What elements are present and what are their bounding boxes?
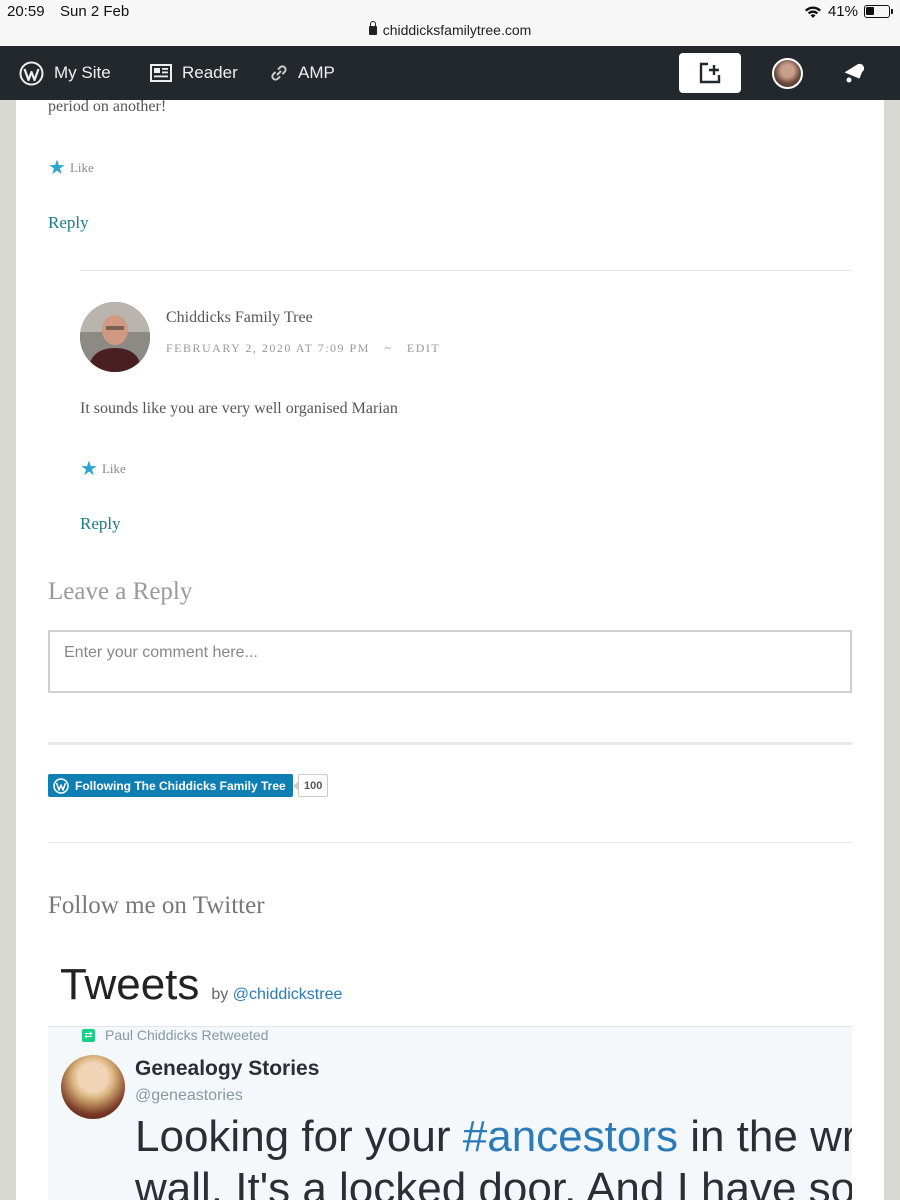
status-right: 41% [804,3,893,20]
twitter-widget-heading: Follow me on Twitter [48,892,265,919]
by-label: by [211,986,229,1003]
status-time: 20:59 [7,3,45,20]
reply-link[interactable]: Reply [48,213,89,233]
wifi-icon [804,6,821,18]
link-icon [271,65,287,81]
status-bar: 20:59 Sun 2 Feb 41% chiddicksfamilytree.… [0,0,900,46]
tweet-author-name[interactable]: Genealogy Stories [135,1057,319,1081]
comment-meta: FEBRUARY 2, 2020 AT 7:09 PM ~ EDIT [166,341,440,356]
reader-label: Reader [182,63,238,82]
tweets-title: Tweets [60,960,200,1009]
tweet-author-avatar[interactable] [61,1055,125,1119]
my-site-label: My Site [54,63,111,82]
comment-body: It sounds like you are very well organis… [80,400,398,417]
url-text: chiddicksfamilytree.com [382,22,532,38]
admin-bar: My Site Reader AMP [0,46,900,100]
reader-icon [150,64,172,82]
reply-like-button[interactable]: ★ Like [80,459,126,479]
lock-icon [368,21,377,35]
tweet-text: Looking for your #ancestors in the wrong… [135,1111,852,1200]
like-label: Like [101,461,126,476]
notifications-bell-icon[interactable] [842,60,866,84]
edit-link[interactable]: EDIT [407,341,440,355]
follower-count: 100 [292,774,329,797]
comment-input[interactable]: Enter your comment here... [48,630,852,693]
tweet-hashtag-link[interactable]: #ancestors [463,1112,678,1161]
my-site-link[interactable]: My Site [19,46,111,100]
reply-link-2[interactable]: Reply [80,514,121,534]
retweet-icon: ⇄ [82,1028,95,1042]
wordpress-icon [19,61,44,85]
comment-author-avatar[interactable] [80,302,150,372]
reader-link[interactable]: Reader [150,46,238,100]
tweet-text-line2: wall. It's a locked door. And I have som… [135,1164,852,1200]
tweet-card[interactable]: ⇄ Paul Chiddicks Retweeted Genealogy Sto… [48,1026,852,1200]
follow-label: Following The Chiddicks Family Tree [75,778,286,793]
new-post-icon [699,62,721,84]
twitter-handle-link[interactable]: @chiddickstree [233,986,343,1003]
tweet-text-end: in the wrong [690,1112,852,1161]
follow-button[interactable]: Following The Chiddicks Family Tree [48,774,293,797]
status-date: Sun 2 Feb [60,3,130,20]
like-label: Like [69,160,94,175]
retweet-line: ⇄ Paul Chiddicks Retweeted [82,1027,268,1043]
url-bar[interactable]: chiddicksfamilytree.com [0,21,900,38]
new-post-button[interactable] [679,53,741,93]
previous-comment-fragment: period on another! [48,100,167,115]
comment-author-name[interactable]: Chiddicks Family Tree [166,309,313,327]
section-divider [48,742,852,745]
battery-percent: 41% [827,3,858,20]
amp-label: AMP [298,63,335,82]
retweeted-by[interactable]: Paul Chiddicks Retweeted [105,1027,268,1043]
like-button[interactable]: ★ Like [48,158,94,178]
star-icon: ★ [80,458,98,480]
star-icon: ★ [48,157,66,179]
battery-icon [864,5,893,18]
comment-date[interactable]: FEBRUARY 2, 2020 AT 7:09 PM [166,341,370,355]
leave-reply-heading: Leave a Reply [48,578,193,605]
comment-placeholder: Enter your comment here... [64,644,258,661]
page-content: period on another! ★ Like Reply Chiddick… [16,100,884,1200]
tweets-header: Tweets by @chiddickstree [60,960,342,1010]
meta-separator: ~ [384,341,393,355]
wordpress-icon [53,777,69,794]
author-photo [80,302,150,372]
tweet-author-username[interactable]: @geneastories [135,1087,243,1105]
comment-divider [80,270,852,271]
tweets-by: by @chiddickstree [211,986,342,1004]
widget-divider [48,842,852,843]
amp-link[interactable]: AMP [270,46,335,100]
user-avatar[interactable] [772,58,803,89]
tweet-text-start: Looking for your [135,1112,463,1161]
